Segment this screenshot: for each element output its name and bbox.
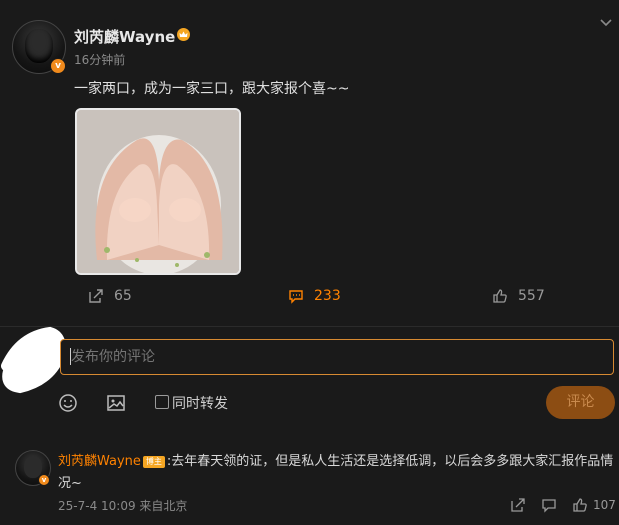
post-time: 16分钟前 xyxy=(74,53,126,67)
repost-label[interactable]: 同时转发 xyxy=(172,393,228,413)
post-text: 一家两口，成为一家三口，跟大家报个喜~~ xyxy=(74,81,350,97)
comment-icon[interactable] xyxy=(541,497,557,513)
crown-icon xyxy=(177,28,190,41)
verified-badge: v xyxy=(50,58,66,74)
share-action[interactable]: 65 xyxy=(88,288,132,304)
repost-checkbox[interactable] xyxy=(155,395,169,409)
image-upload-icon[interactable] xyxy=(106,393,126,413)
author-name[interactable]: 刘芮麟Wayne xyxy=(74,26,175,47)
comment-body: 刘芮麟Wayne 博主:去年春天领的证，但是私人生活还是选择低调，以后会多多跟大家… xyxy=(58,451,614,495)
text-cursor xyxy=(70,348,71,365)
comment-action[interactable]: 233 xyxy=(288,288,341,304)
like-count: 557 xyxy=(518,288,545,304)
chevron-down-icon[interactable] xyxy=(598,14,614,30)
share-count: 65 xyxy=(114,288,132,304)
comment-meta: 25-7-4 10:09 来自北京 xyxy=(58,499,188,513)
comment-like-count: 107 xyxy=(593,498,616,512)
verified-badge: v xyxy=(38,474,50,486)
commenter-name[interactable]: 刘芮麟Wayne xyxy=(58,454,141,469)
like-action[interactable]: 557 xyxy=(492,288,545,304)
emoji-icon[interactable] xyxy=(58,393,78,413)
divider xyxy=(0,326,619,327)
comment-count: 233 xyxy=(314,288,341,304)
thumbs-up-icon[interactable] xyxy=(572,497,588,513)
thumbs-up-icon xyxy=(493,289,507,303)
post-photo[interactable] xyxy=(75,108,241,275)
comment-text: :去年春天领的证，但是私人生活还是选择低调，以后会多多跟大家汇报作品情况~ xyxy=(58,454,614,491)
share-icon xyxy=(89,289,103,303)
comment-icon xyxy=(289,290,303,304)
share-icon[interactable] xyxy=(510,497,526,513)
submit-comment-button[interactable]: 评论 xyxy=(546,386,615,419)
author-tag: 博主 xyxy=(142,455,165,468)
avatar-face xyxy=(25,29,53,63)
current-user-avatar xyxy=(0,326,68,394)
comment-input[interactable] xyxy=(60,339,614,375)
